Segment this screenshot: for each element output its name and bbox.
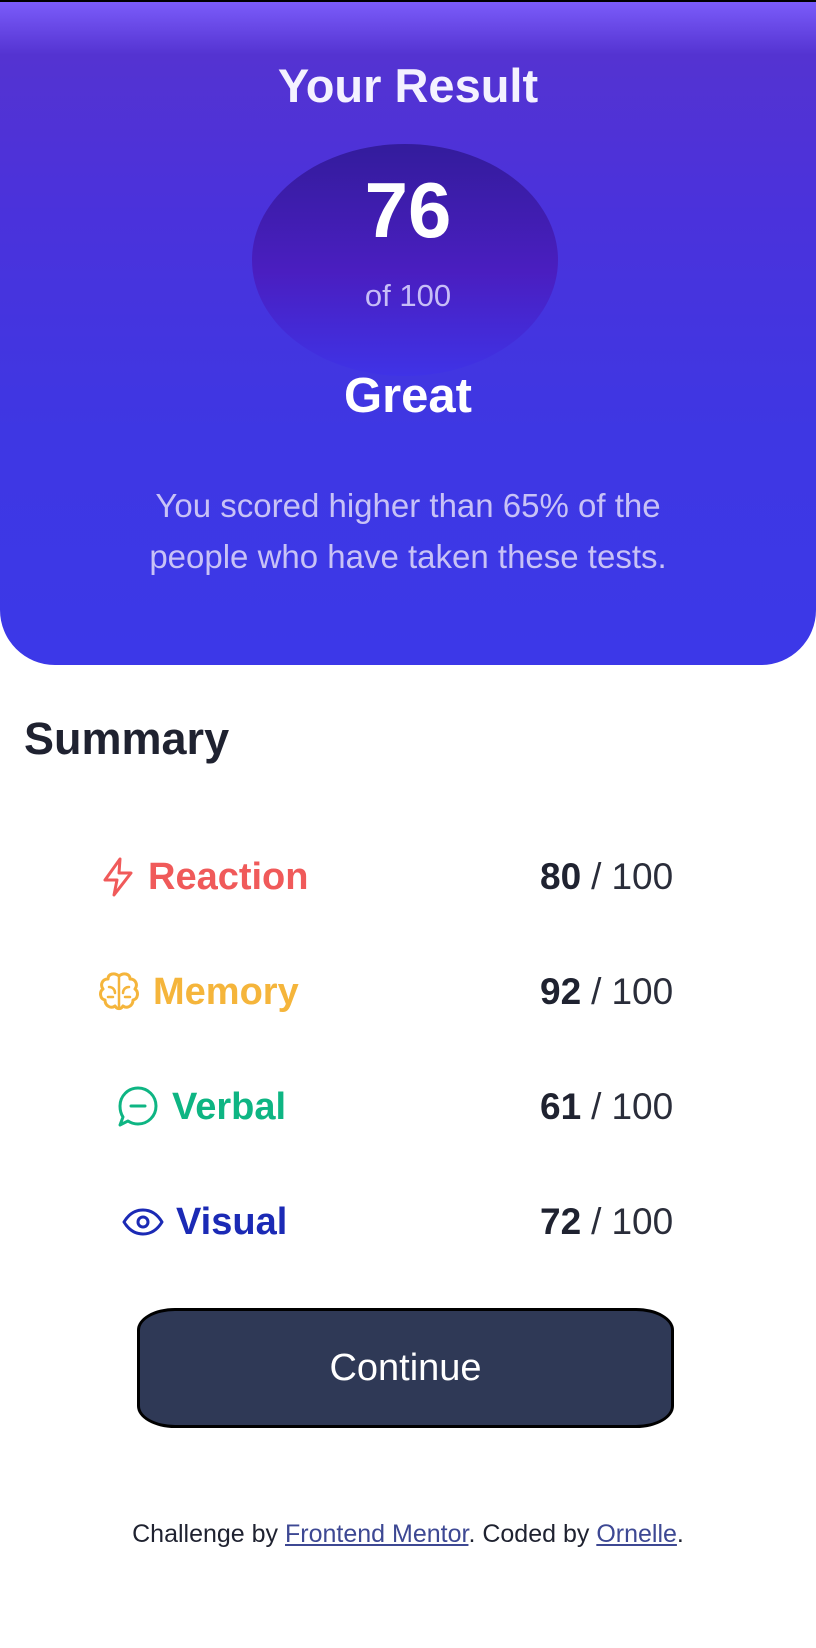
score-value: 61 — [540, 1086, 582, 1127]
summary-row-memory: Memory 92 / 100 — [0, 957, 816, 1027]
summary-title: Summary — [24, 713, 230, 764]
brain-icon — [97, 971, 141, 1013]
footer-suffix: . — [676, 1520, 684, 1548]
summary-row-reaction: Reaction 80 / 100 — [0, 842, 816, 912]
lightning-icon — [100, 856, 136, 898]
author-link[interactable]: Ornelle — [596, 1520, 677, 1548]
continue-button[interactable]: Continue — [137, 1308, 674, 1428]
score-separator: / — [591, 856, 602, 897]
category-score: 61 / 100 — [540, 1072, 673, 1142]
summary-row-verbal: Verbal 61 / 100 — [0, 1072, 816, 1142]
chat-bubble-icon — [116, 1085, 160, 1129]
result-description: You scored higher than 65% of the people… — [149, 487, 667, 575]
category-reaction: Reaction — [100, 842, 308, 912]
score-total: of 100 — [364, 278, 452, 313]
category-score: 92 / 100 — [540, 957, 673, 1027]
score-max: 100 — [611, 1201, 674, 1242]
score-value: 76 — [364, 166, 452, 254]
category-visual: Visual — [122, 1187, 287, 1257]
result-card: Your Result 76 of 100 Great You scored h… — [0, 0, 816, 665]
category-label: Reaction — [148, 855, 309, 898]
rating-label: Great — [343, 369, 472, 423]
score-value: 80 — [540, 856, 582, 897]
result-title: Your Result — [277, 59, 539, 112]
score-max: 100 — [611, 1086, 674, 1127]
attribution-footer: Challenge by Frontend Mentor. Coded by O… — [0, 1520, 816, 1549]
category-verbal: Verbal — [116, 1072, 286, 1142]
score-value: 72 — [540, 1201, 582, 1242]
footer-middle: . Coded by — [468, 1520, 597, 1548]
results-page: Your Result 76 of 100 Great You scored h… — [0, 0, 816, 1648]
score-max: 100 — [611, 856, 674, 897]
category-memory: Memory — [97, 957, 299, 1027]
summary-row-visual: Visual 72 / 100 — [0, 1187, 816, 1257]
eye-icon — [122, 1207, 164, 1237]
score-max: 100 — [611, 971, 674, 1012]
category-score: 72 / 100 — [540, 1187, 673, 1257]
score-separator: / — [591, 1201, 602, 1242]
category-label: Visual — [176, 1200, 288, 1243]
frontend-mentor-link[interactable]: Frontend Mentor — [285, 1520, 468, 1548]
footer-prefix: Challenge by — [132, 1520, 286, 1548]
category-label: Verbal — [172, 1085, 287, 1128]
score-separator: / — [591, 971, 602, 1012]
category-score: 80 / 100 — [540, 842, 673, 912]
score-value: 92 — [540, 971, 582, 1012]
category-label: Memory — [153, 970, 299, 1013]
score-separator: / — [591, 1086, 602, 1127]
